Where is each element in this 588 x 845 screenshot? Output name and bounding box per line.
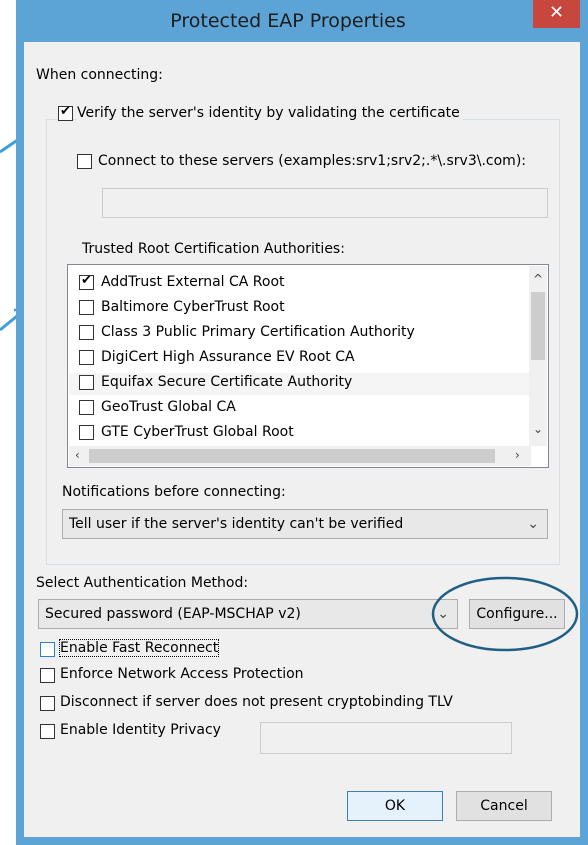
horizontal-scrollbar[interactable]: ‹ ›: [69, 446, 531, 466]
trusted-root-label: Trusted Root Certification Authorities:: [82, 241, 345, 257]
option-checkbox[interactable]: [40, 642, 55, 657]
scroll-thumb-horizontal[interactable]: [89, 449, 495, 463]
option-label[interactable]: Enable Fast Reconnect: [58, 639, 220, 657]
certificate-checkbox[interactable]: [79, 350, 94, 365]
certificate-name: DigiCert High Assurance EV Root CA: [101, 349, 355, 365]
option-label[interactable]: Disconnect if server does not present cr…: [60, 694, 453, 710]
auth-method-label: Select Authentication Method:: [36, 575, 249, 591]
certificate-item[interactable]: Baltimore CyberTrust Root: [69, 298, 529, 320]
scroll-up-icon[interactable]: ^: [533, 272, 543, 286]
connect-servers-label[interactable]: Connect to these servers (examples:srv1;…: [98, 153, 526, 169]
certificate-item[interactable]: DigiCert High Assurance EV Root CA: [69, 348, 529, 370]
scroll-down-icon[interactable]: ⌄: [533, 422, 543, 436]
certificate-checkbox[interactable]: [79, 375, 94, 390]
option-label[interactable]: Enable Identity Privacy: [60, 722, 221, 738]
certificate-checkbox[interactable]: [79, 300, 94, 315]
cancel-button[interactable]: Cancel: [456, 791, 552, 821]
verify-server-checkbox[interactable]: [58, 104, 73, 121]
notifications-value: Tell user if the server's identity can't…: [69, 516, 404, 532]
verify-server-label[interactable]: Verify the server's identity by validati…: [77, 105, 463, 121]
certificate-item[interactable]: GTE CyberTrust Global Root: [69, 423, 529, 445]
certificate-checkbox[interactable]: [79, 273, 94, 290]
notifications-label: Notifications before connecting:: [62, 484, 286, 500]
certificate-name: GeoTrust Global CA: [101, 399, 236, 415]
window-title: Protected EAP Properties: [170, 10, 406, 32]
certificate-checkbox[interactable]: [79, 400, 94, 415]
certificate-name: Equifax Secure Certificate Authority: [101, 374, 353, 390]
title-bar: Protected EAP Properties ✕: [16, 0, 588, 42]
servers-input[interactable]: [102, 188, 548, 218]
certificate-name: AddTrust External CA Root: [101, 274, 285, 290]
certificate-item[interactable]: AddTrust External CA Root: [69, 273, 529, 295]
identity-privacy-input[interactable]: [260, 722, 512, 754]
scroll-right-icon[interactable]: ›: [515, 448, 520, 462]
when-connecting-label: When connecting:: [36, 67, 163, 83]
scroll-left-icon[interactable]: ‹: [75, 448, 80, 462]
vertical-scrollbar[interactable]: ^ ⌄: [529, 266, 547, 446]
auth-method-value: Secured password (EAP-MSCHAP v2): [45, 606, 301, 622]
option-label[interactable]: Enforce Network Access Protection: [60, 666, 304, 682]
certificate-checkbox[interactable]: [79, 325, 94, 340]
certificate-name: Class 3 Public Primary Certification Aut…: [101, 324, 415, 340]
option-checkbox[interactable]: [40, 668, 55, 683]
certificate-name: GTE CyberTrust Global Root: [101, 424, 294, 440]
connect-servers-checkbox[interactable]: [77, 154, 92, 169]
notifications-select[interactable]: Tell user if the server's identity can't…: [62, 509, 548, 539]
auth-method-select[interactable]: Secured password (EAP-MSCHAP v2) ⌄: [38, 599, 458, 629]
close-button[interactable]: ✕: [533, 0, 580, 28]
certificate-item[interactable]: Class 3 Public Primary Certification Aut…: [69, 323, 529, 345]
certificate-item[interactable]: Equifax Secure Certificate Authority: [69, 373, 529, 395]
chevron-down-icon: ⌄: [527, 516, 539, 532]
dialog-client: When connecting: Verify the server's ide…: [24, 42, 580, 837]
dialog-window: Protected EAP Properties ✕ When connecti…: [16, 0, 588, 845]
annotation-ellipse: [431, 576, 579, 652]
ok-button[interactable]: OK: [347, 791, 443, 821]
scroll-thumb[interactable]: [531, 292, 545, 360]
option-checkbox[interactable]: [40, 696, 55, 711]
certificate-checkbox[interactable]: [79, 425, 94, 440]
certificate-list[interactable]: AddTrust External CA Root Baltimore Cyber…: [67, 264, 549, 468]
certificate-item[interactable]: GeoTrust Global CA: [69, 398, 529, 420]
certificate-name: Baltimore CyberTrust Root: [101, 299, 285, 315]
option-checkbox[interactable]: [40, 724, 55, 739]
